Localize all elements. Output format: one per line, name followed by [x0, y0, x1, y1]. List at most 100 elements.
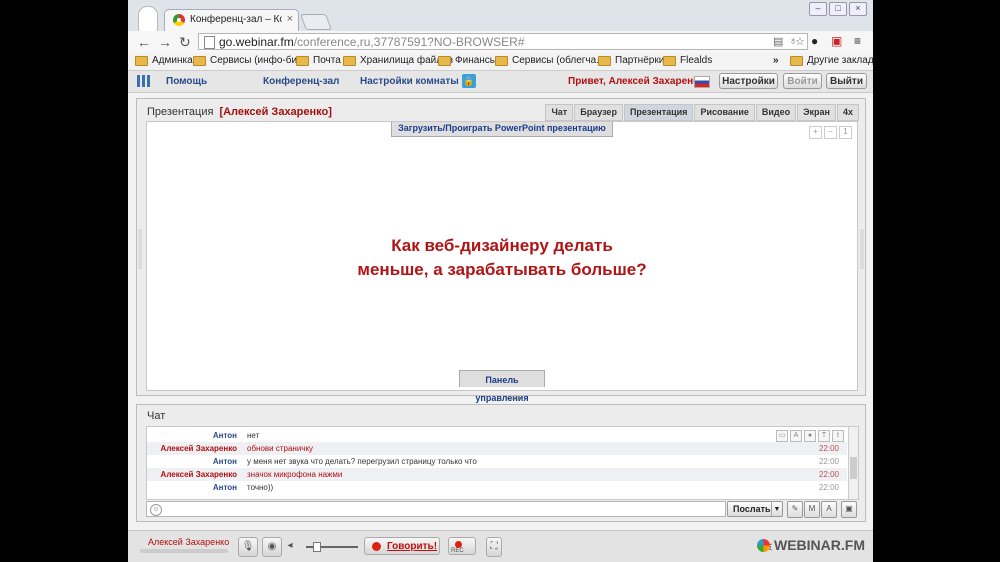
url-domain: go.webinar.fm — [219, 35, 294, 49]
menu-conference-room[interactable]: Конференц-зал — [263, 76, 339, 87]
bookmark-item[interactable]: Сервисы (облегча... — [495, 55, 605, 66]
color-icon[interactable]: ● — [804, 430, 816, 442]
minimize-button[interactable]: – — [809, 2, 827, 16]
text-icon[interactable]: A — [821, 501, 837, 518]
new-tab-button[interactable] — [300, 14, 332, 30]
webcam-icon[interactable]: ◉ — [262, 537, 282, 557]
apps-grid-icon[interactable] — [137, 75, 150, 87]
bold-icon[interactable]: M — [804, 501, 820, 518]
url-path: /conference,ru,37787591?NO-BROWSER# — [293, 35, 525, 49]
zoom-in-icon[interactable]: + — [809, 126, 822, 139]
panel-divider-handle[interactable]: close — [498, 396, 530, 402]
slide-line-1: Как веб-дизайнеру делать — [391, 236, 613, 255]
tab-bar: Конференц-зал – Конфер × – □ × — [128, 0, 873, 32]
folder-icon — [663, 55, 676, 66]
record-dot-icon — [372, 542, 381, 551]
left-resize-handle[interactable] — [138, 229, 142, 269]
chat-input[interactable]: ☺ — [146, 501, 726, 517]
save-chat-icon[interactable]: ▣ — [841, 501, 857, 518]
bookmark-item[interactable]: Финансы — [438, 55, 497, 66]
other-bookmarks[interactable]: Другие закладки — [790, 55, 873, 66]
chat-title: Чат — [147, 410, 166, 422]
presentation-header: Презентация [Алексей Захаренко] — [147, 106, 332, 118]
lock-icon[interactable]: 🔒 — [462, 74, 476, 88]
tab-chat[interactable]: Чат — [545, 104, 574, 121]
settings-button[interactable]: Настройки — [719, 73, 778, 89]
tab-title: Конференц-зал – Конфер — [190, 14, 282, 25]
chat-scrollbar[interactable] — [848, 427, 858, 499]
volume-slider[interactable] — [306, 542, 358, 552]
format-icon[interactable]: ▭ — [776, 430, 788, 442]
slide-line-2: меньше, а зарабатывать больше? — [357, 260, 647, 279]
tab-video[interactable]: Видео — [755, 104, 797, 121]
footer-bar: Алексей Захаренко 🎙 ◉ ◂ Говорить! REC ⛶ … — [128, 530, 873, 562]
chat-message: Антон нет — [212, 431, 260, 440]
actual-size-icon[interactable]: 1 — [839, 126, 852, 139]
presenter-name: [Алексей Захаренко] — [219, 106, 332, 118]
profile-avatar-icon[interactable] — [138, 6, 158, 32]
text-size-icon[interactable]: T — [818, 430, 830, 442]
extension-badge-icon[interactable]: ▣ — [831, 34, 842, 48]
bookmarks-overflow[interactable]: » — [773, 55, 779, 66]
fullscreen-icon[interactable]: ⛶ — [486, 537, 502, 557]
browser-tab[interactable]: Конференц-зал – Конфер × — [164, 9, 299, 31]
chat-message: Антон точно)) 22:00 — [212, 483, 839, 492]
smiley-icon[interactable]: ☺ — [150, 504, 162, 516]
clear-icon[interactable]: ✎ — [787, 501, 803, 518]
folder-icon — [296, 55, 309, 66]
folder-icon — [790, 55, 803, 66]
greeting-text: Привет, Алексей Захаренко — [568, 76, 705, 87]
bookmark-item[interactable]: Сервисы (инфо-би... — [193, 55, 305, 66]
current-user: Алексей Захаренко — [148, 537, 230, 547]
russian-flag-icon[interactable] — [694, 76, 710, 88]
send-button[interactable]: Послать ▼ — [727, 501, 783, 517]
folder-icon — [438, 55, 451, 66]
tab-browser[interactable]: Браузер — [574, 104, 623, 121]
menu-icon[interactable]: ≡ — [854, 34, 861, 48]
volume-knob[interactable] — [313, 542, 321, 552]
volume-icon[interactable]: ◂ — [284, 537, 296, 555]
scroll-thumb[interactable] — [850, 457, 857, 479]
address-bar[interactable]: go.webinar.fm/conference,ru,37787591?NO-… — [198, 33, 808, 50]
menu-help[interactable]: Помощь — [166, 76, 207, 87]
cookie-extension-icon[interactable]: ● — [811, 34, 818, 48]
upload-powerpoint-button[interactable]: Загрузить/Проиграть PowerPoint презентац… — [391, 122, 613, 137]
maximize-button[interactable]: □ — [829, 2, 847, 16]
bookmark-item[interactable]: Партнёрки — [598, 55, 664, 66]
bookmark-item[interactable]: Хранилища файлов — [343, 55, 453, 66]
microphone-icon[interactable]: 🎙 — [238, 537, 258, 557]
bookmark-item[interactable]: Flealds — [663, 55, 712, 66]
tab-close-icon[interactable]: × — [287, 13, 293, 25]
send-options-icon[interactable]: ▼ — [771, 502, 782, 516]
browser-window: Конференц-зал – Конфер × – □ × ← → ↻ go.… — [128, 0, 873, 562]
right-resize-handle[interactable] — [860, 229, 864, 269]
forward-icon[interactable]: → — [158, 34, 172, 50]
chat-messages: ▭ A ● T t Антон нет Алексей Захаренко об… — [146, 426, 859, 500]
tab-presentation[interactable]: Презентация — [623, 104, 694, 121]
bookmark-star-icon[interactable]: ☆ — [795, 35, 805, 48]
page-action-icon[interactable]: ▤ — [773, 35, 783, 48]
menu-room-settings[interactable]: Настройки комнаты — [360, 76, 459, 87]
login-button[interactable]: Войти — [783, 73, 822, 89]
speak-button[interactable]: Говорить! — [364, 537, 440, 555]
font-icon[interactable]: A — [790, 430, 802, 442]
logout-button[interactable]: Выйти — [826, 73, 867, 89]
bookmark-item[interactable]: Админка — [135, 55, 193, 66]
control-panel-button[interactable]: Панель управления — [459, 370, 545, 403]
tab-4x[interactable]: 4x — [836, 104, 859, 121]
record-button[interactable]: REC — [448, 537, 476, 555]
bookmark-item[interactable]: Почта — [296, 55, 341, 66]
tab-screen[interactable]: Экран — [797, 104, 836, 121]
zoom-out-icon[interactable]: − — [824, 126, 837, 139]
folder-icon — [135, 55, 148, 66]
folder-icon — [343, 55, 356, 66]
view-tabs: Чат Браузер Презентация Рисование Видео … — [544, 104, 859, 121]
text-size-small-icon[interactable]: t — [832, 430, 844, 442]
close-window-button[interactable]: × — [849, 2, 867, 16]
browser-toolbar: ← → ↻ go.webinar.fm/conference,ru,377875… — [128, 31, 873, 53]
audio-level-bar — [140, 549, 228, 553]
chat-panel: Чат ▭ A ● T t Антон нет Алексей Захаренк… — [136, 404, 866, 522]
reload-icon[interactable]: ↻ — [179, 34, 191, 51]
tab-drawing[interactable]: Рисование — [694, 104, 755, 121]
back-icon[interactable]: ← — [137, 34, 151, 50]
